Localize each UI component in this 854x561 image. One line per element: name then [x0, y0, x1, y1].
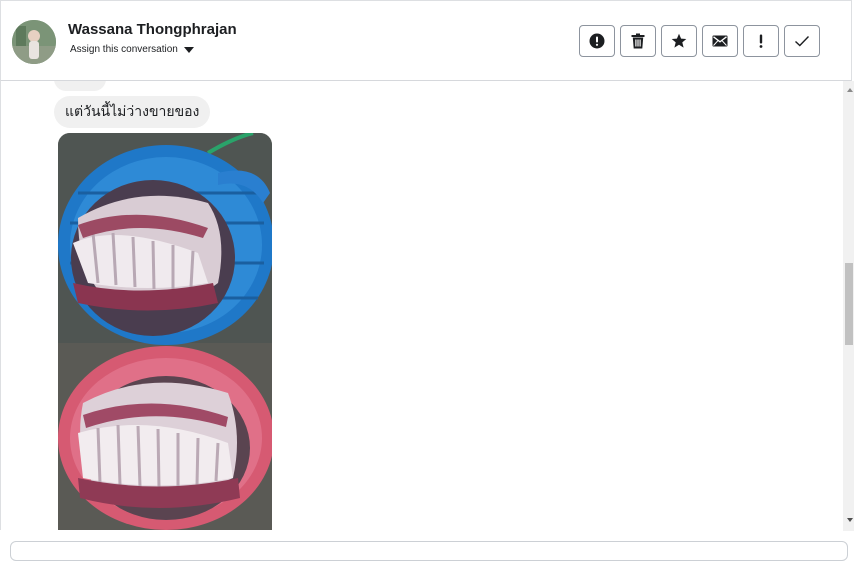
message-bubble: แต่วันนี้ไม่ว่างขายของ: [54, 96, 211, 128]
checkmark-icon: [795, 36, 810, 47]
contact-name[interactable]: Wassana Thongphrajan: [68, 21, 237, 38]
scroll-up-arrow-icon[interactable]: [847, 88, 853, 92]
message-composer[interactable]: [10, 541, 848, 561]
assign-label: Assign this conversation: [70, 44, 178, 55]
scroll-down-arrow-icon[interactable]: [847, 518, 853, 522]
message-photo[interactable]: [58, 133, 272, 530]
envelope-icon: [712, 35, 728, 47]
alert-circle-icon: [589, 33, 605, 49]
scrollbar-thumb[interactable]: [845, 263, 853, 345]
conversation-header: Wassana Thongphrajan Assign this convers…: [0, 0, 852, 81]
mark-done-button[interactable]: [784, 25, 820, 57]
mark-as-spam-button[interactable]: [579, 25, 615, 57]
delete-button[interactable]: [620, 25, 656, 57]
contact-avatar[interactable]: [12, 20, 56, 64]
message-thread[interactable]: แต่วันนี้ไม่ว่างขายของ: [0, 81, 843, 530]
star-button[interactable]: [661, 25, 697, 57]
follow-up-button[interactable]: [743, 25, 779, 57]
caret-down-icon: [183, 46, 194, 53]
assign-conversation-dropdown[interactable]: Assign this conversation: [70, 44, 194, 55]
previous-message-bubble: [54, 81, 106, 91]
trash-icon: [631, 33, 645, 49]
mark-unread-button[interactable]: [702, 25, 738, 57]
star-icon: [671, 33, 687, 48]
exclamation-icon: [759, 34, 763, 48]
conversation-actions: [579, 25, 820, 57]
